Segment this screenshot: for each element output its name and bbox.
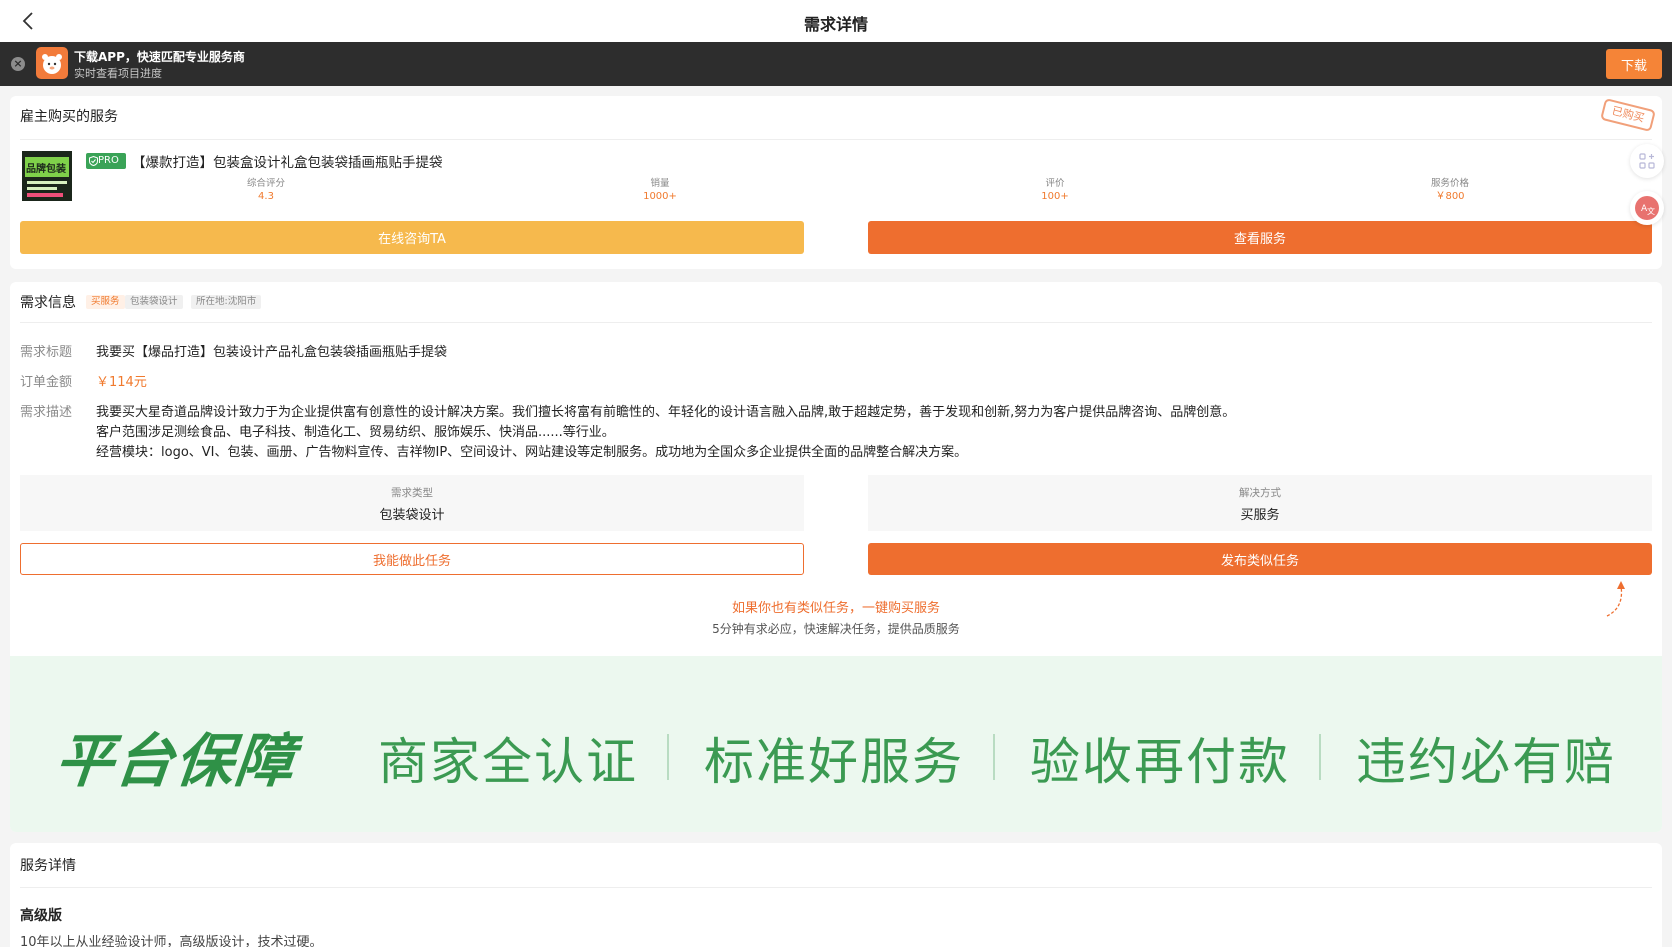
app-banner-subtitle: 实时查看项目进度 — [74, 67, 162, 80]
promo-sub-text: 5分钟有求必应，快速解决任务，提供品质服务 — [712, 622, 960, 636]
page-title: 需求详情 — [803, 15, 868, 34]
app-logo-icon — [36, 47, 68, 79]
grade-title: 高级版 — [20, 908, 62, 924]
demand-type-box: 需求类型 包装袋设计 — [20, 475, 804, 531]
guarantee-item: 违约必有赔 — [1356, 733, 1616, 791]
demand-title-value: 我要买【爆品打造】包装设计产品礼盒包装袋插画瓶贴手提袋 — [96, 345, 448, 360]
platform-guarantee-banner: 平台保障 商家全认证 标准好服务 验收再付款 违约必有赔 — [10, 656, 1662, 832]
demand-description-line: 客户范围涉足测绘食品、电子科技、制造化工、贸易纺织、服饰娱乐、快消品......… — [96, 425, 615, 440]
publish-similar-task-button[interactable]: 发布类似任务 — [868, 543, 1652, 575]
order-amount-value: ￥114元 — [96, 375, 147, 390]
promo-main-text: 如果你也有类似任务，一键购买服务 — [731, 601, 940, 616]
grid-float-button[interactable] — [1630, 144, 1664, 178]
solution-method-label: 解决方式 — [1239, 487, 1281, 499]
grid-icon — [1639, 153, 1655, 173]
tag-category: 包装袋设计 — [125, 295, 183, 309]
app-banner-title: 下载APP，快速匹配专业服务商 — [74, 50, 245, 64]
service-title[interactable]: 【爆款打造】包装盒设计礼盒包装袋插画瓶贴手提袋 — [132, 151, 443, 171]
demand-info-card: 需求信息 买服务 包装袋设计 所在地:沈阳市 需求标题 我要买【爆品打造】包装设… — [10, 282, 1662, 832]
stat-label: 综合评分 — [246, 178, 285, 189]
demand-title-label: 需求标题 — [20, 345, 73, 360]
purchased-service-card: 雇主购买的服务 已购买 品牌包装 PRO 【爆款打造】包装盒设计礼盒包装袋插画瓶… — [10, 96, 1662, 269]
demand-type-label: 需求类型 — [391, 487, 433, 499]
grade-description: 10年以上从业经验设计师，高级版设计，技术过硬。 — [20, 935, 323, 947]
divider — [20, 322, 1652, 323]
demand-section-title: 需求信息 — [20, 295, 76, 311]
shield-icon — [89, 155, 98, 172]
stat-sales: 销量 1000+ — [590, 178, 730, 204]
guarantee-separator — [1319, 734, 1321, 780]
divider — [20, 887, 1652, 888]
stat-value: 1000+ — [643, 191, 677, 202]
stat-price: 服务价格 ￥800 — [1380, 178, 1520, 204]
guarantee-title: 平台保障 — [51, 727, 300, 795]
tag-location: 所在地:沈阳市 — [191, 295, 262, 309]
stat-label: 服务价格 — [1430, 178, 1469, 189]
service-detail-card: 服务详情 高级版 10年以上从业经验设计师，高级版设计，技术过硬。 — [10, 843, 1662, 947]
can-do-task-button[interactable]: 我能做此任务 — [20, 543, 804, 575]
guarantee-item: 标准好服务 — [704, 733, 964, 791]
stat-value: ￥800 — [1435, 191, 1465, 202]
stat-value: 100+ — [1041, 191, 1069, 202]
demand-type-value: 包装袋设计 — [379, 508, 445, 523]
guarantee-separator — [667, 734, 669, 780]
demand-description-line: 我要买大星奇道品牌设计致力于为企业提供富有创意性的设计解决方案。我们擅长将富有前… — [96, 405, 1236, 420]
tag-buy-service: 买服务 — [86, 295, 125, 309]
app-download-banner: × 下载APP，快速匹配专业服务商 实时查看项目进度 下载 — [0, 42, 1672, 86]
translate-float-button[interactable]: A 文 — [1630, 191, 1664, 225]
service-thumbnail-text: 品牌包装 — [26, 164, 66, 175]
guarantee-item: 验收再付款 — [1030, 733, 1290, 791]
demand-description-label: 需求描述 — [20, 405, 73, 420]
solution-method-value: 买服务 — [1240, 508, 1280, 523]
guarantee-item: 商家全认证 — [378, 733, 638, 791]
service-thumbnail[interactable]: 品牌包装 — [22, 151, 72, 201]
download-button[interactable]: 下载 — [1606, 49, 1662, 79]
stat-label: 评价 — [1045, 178, 1065, 189]
service-detail-section-title: 服务详情 — [20, 858, 76, 874]
order-amount-label: 订单金额 — [20, 375, 73, 390]
demand-description-line: 经营模块：logo、VI、包装、画册、广告物料宣传、吉祥物IP、空间设计、网站建… — [96, 445, 968, 460]
stat-rating: 综合评分 4.3 — [196, 178, 336, 204]
pro-badge-label: PRO — [98, 155, 119, 166]
guarantee-separator — [993, 734, 995, 780]
translate-icon: A 文 — [1634, 195, 1660, 225]
stat-value: 4.3 — [258, 191, 274, 202]
consult-online-button[interactable]: 在线咨询TA — [20, 221, 804, 254]
pro-badge: PRO — [86, 153, 126, 169]
solution-method-box: 解决方式 买服务 — [868, 475, 1652, 531]
stat-reviews: 评价 100+ — [985, 178, 1125, 204]
divider — [20, 139, 1652, 140]
view-service-button[interactable]: 查看服务 — [868, 221, 1652, 254]
purchased-stamp: 已购买 — [1600, 98, 1656, 132]
close-icon[interactable]: × — [11, 57, 25, 71]
stat-label: 销量 — [650, 178, 670, 189]
purchased-section-title: 雇主购买的服务 — [20, 109, 118, 125]
svg-text:文: 文 — [1647, 206, 1655, 216]
top-navigation-bar: 需求详情 — [0, 0, 1672, 42]
